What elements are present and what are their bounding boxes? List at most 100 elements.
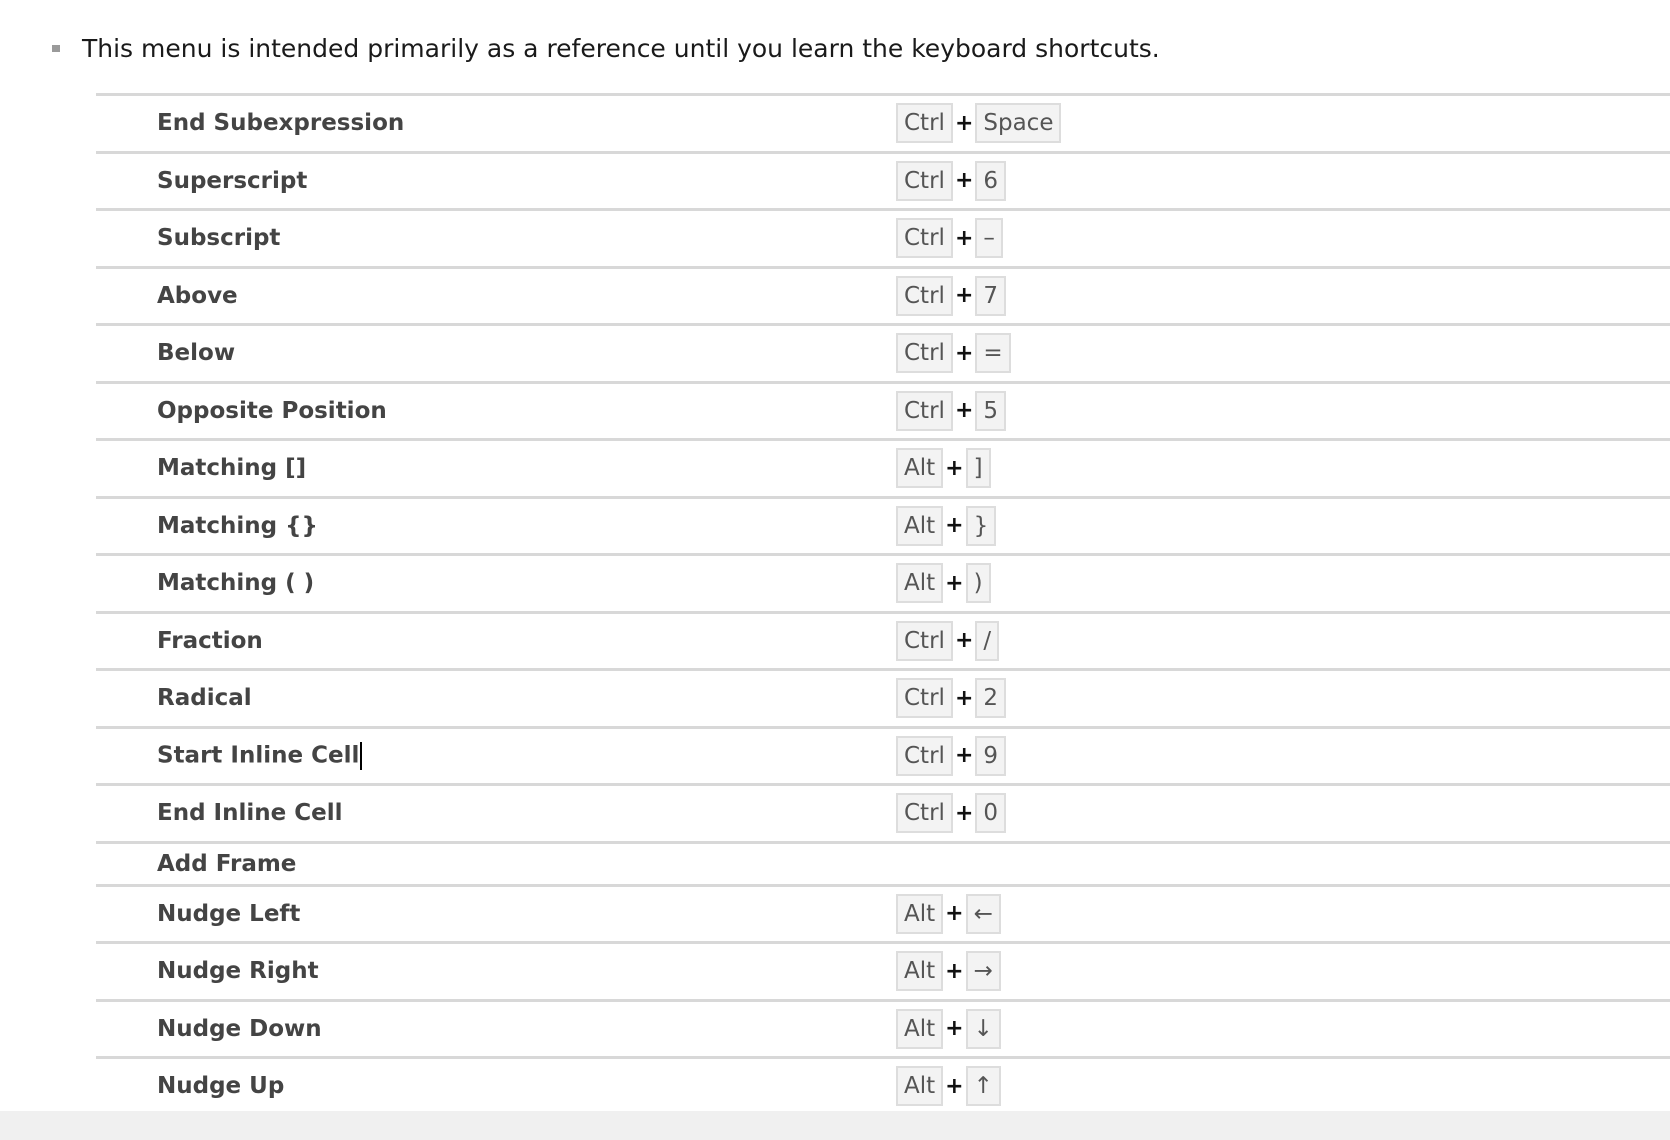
shortcut-label: Nudge Left [96, 885, 896, 943]
key-cap: ↓ [965, 1008, 1001, 1049]
shortcut-label: Nudge Down [96, 1000, 896, 1058]
shortcut-label-text: Nudge Down [157, 1015, 322, 1042]
shortcut-label-text: Matching {} [157, 512, 318, 539]
shortcut-label-text: Nudge Right [157, 958, 319, 985]
shortcut-row[interactable]: Matching ( ) Alt +) [96, 554, 1670, 613]
shortcut-row[interactable]: Subscript Ctrl + – [96, 209, 1670, 268]
key-cap: Ctrl [896, 333, 953, 374]
shortcut-row[interactable]: Start Inline Cell Ctrl +9 [96, 727, 1670, 785]
shortcut-label: Above [96, 267, 896, 325]
shortcut-label-text: Nudge Up [157, 1073, 285, 1100]
shortcut-keys: Alt + ↑ [896, 1058, 1670, 1114]
plus-sign: + [954, 110, 974, 136]
key-cap: Alt [896, 1008, 944, 1049]
key-cap: Ctrl [896, 218, 953, 259]
shortcut-label: Radical [96, 670, 896, 728]
text-caret [360, 741, 363, 770]
plus-sign: + [954, 685, 974, 711]
shortcut-label-text: Radical [157, 685, 252, 712]
plus-sign: + [945, 1016, 964, 1042]
key-cap: 0 [975, 793, 1007, 834]
shortcut-keys: Ctrl +9 [896, 727, 1670, 785]
footer-bar [0, 1111, 1670, 1140]
shortcut-label-text: Subscript [157, 225, 281, 252]
shortcut-keys: Alt + → [896, 943, 1670, 1001]
plus-sign: + [954, 628, 974, 654]
shortcut-label: Below [96, 325, 896, 383]
key-cap: Ctrl [896, 793, 953, 834]
shortcut-keys: Alt +] [896, 440, 1670, 498]
shortcut-label: End Subexpression [96, 95, 896, 153]
shortcut-row[interactable]: End Inline Cell Ctrl +0 [96, 784, 1670, 843]
intro-text: This menu is intended primarily as a ref… [82, 34, 1160, 63]
key-cap: ) [965, 563, 991, 604]
shortcut-label: Superscript [96, 152, 896, 210]
shortcut-keys: Ctrl +6 [896, 152, 1670, 210]
key-cap: 6 [975, 160, 1007, 201]
shortcut-row[interactable]: Add Frame [96, 842, 1670, 885]
shortcut-keys: Ctrl + – [896, 210, 1670, 268]
key-cap: → [965, 951, 1001, 992]
intro-note: This menu is intended primarily as a ref… [52, 34, 1160, 63]
key-cap: Space [975, 103, 1062, 144]
key-cap: Ctrl [896, 160, 953, 201]
key-cap: 5 [975, 390, 1007, 431]
shortcut-keys: Alt + ← [896, 885, 1670, 943]
shortcut-keys: Ctrl + Space [896, 95, 1670, 153]
shortcut-row[interactable]: Superscript Ctrl +6 [96, 152, 1670, 210]
shortcut-label: Nudge Right [96, 943, 896, 1001]
key-cap: Alt [896, 505, 944, 546]
shortcut-row[interactable]: End Subexpression Ctrl + Space [96, 94, 1670, 153]
key-cap: 9 [975, 735, 1007, 776]
key-cap: / [975, 620, 1000, 661]
shortcut-keys: Alt +) [896, 555, 1670, 613]
key-cap: Ctrl [896, 678, 953, 719]
shortcut-row[interactable]: Nudge Left Alt + ← [96, 885, 1670, 943]
shortcut-label: Add Frame [96, 842, 896, 885]
shortcut-label-text: Superscript [157, 167, 308, 194]
shortcut-table: End Subexpression Ctrl + Space Superscript Ct… [96, 93, 1670, 1114]
key-cap: 7 [975, 275, 1007, 316]
shortcut-label-text: Fraction [157, 627, 263, 654]
shortcut-row[interactable]: Matching {} Alt +} [96, 497, 1670, 555]
shortcut-row[interactable]: Opposite Position Ctrl +5 [96, 382, 1670, 440]
shortcut-row[interactable]: Radical Ctrl +2 [96, 669, 1670, 728]
shortcut-label: Fraction [96, 612, 896, 670]
shortcut-label-text: Matching ( ) [157, 570, 315, 597]
shortcut-row[interactable]: Nudge Up Alt + ↑ [96, 1057, 1670, 1114]
shortcut-label: Matching [] [96, 440, 896, 498]
shortcut-keys: Ctrl +5 [896, 382, 1670, 440]
key-cap: Alt [896, 893, 944, 934]
key-cap: Alt [896, 448, 944, 489]
plus-sign: + [954, 168, 974, 194]
shortcut-row[interactable]: Nudge Right Alt + → [96, 942, 1670, 1001]
key-cap: – [975, 218, 1003, 259]
plus-sign: + [945, 1073, 964, 1099]
shortcut-label: Opposite Position [96, 382, 896, 440]
bullet-icon [52, 45, 60, 52]
shortcut-label-text: End Inline Cell [157, 800, 343, 827]
shortcut-row[interactable]: Fraction Ctrl + / [96, 612, 1670, 670]
shortcut-label: Matching ( ) [96, 555, 896, 613]
shortcut-label-text: Opposite Position [157, 397, 387, 424]
key-cap: Ctrl [896, 103, 953, 144]
key-cap: Ctrl [896, 735, 953, 776]
shortcut-label-text: Start Inline Cell [157, 742, 360, 769]
shortcut-label-text: Below [157, 340, 236, 367]
shortcut-keys: Ctrl +2 [896, 670, 1670, 728]
key-cap: Alt [896, 1066, 944, 1107]
key-cap: } [965, 505, 997, 546]
plus-sign: + [954, 225, 974, 251]
shortcut-keys: Ctrl + / [896, 612, 1670, 670]
shortcut-row[interactable]: Above Ctrl +7 [96, 267, 1670, 325]
key-cap: ← [965, 893, 1001, 934]
shortcut-row[interactable]: Below Ctrl + = [96, 324, 1670, 383]
shortcut-label: Subscript [96, 210, 896, 268]
shortcut-row[interactable]: Nudge Down Alt + ↓ [96, 1000, 1670, 1058]
shortcut-keys: Alt +} [896, 497, 1670, 555]
plus-sign: + [954, 743, 974, 769]
shortcut-row[interactable]: Matching [] Alt +] [96, 439, 1670, 498]
key-cap: Alt [896, 951, 944, 992]
shortcut-label: End Inline Cell [96, 785, 896, 843]
key-cap: 2 [975, 678, 1007, 719]
